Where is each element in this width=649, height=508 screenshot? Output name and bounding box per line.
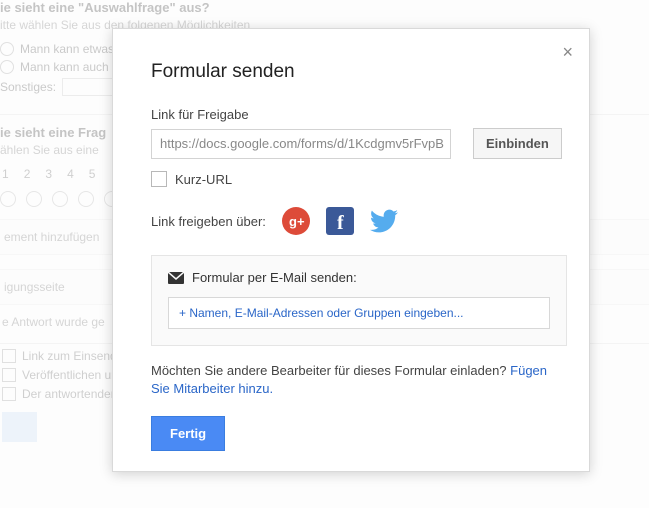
close-icon[interactable]: × (558, 39, 577, 65)
facebook-icon[interactable]: f (326, 207, 354, 235)
invite-question: Möchten Sie andere Bearbeiter für dieses… (151, 362, 567, 398)
svg-text:g+: g+ (289, 214, 305, 229)
short-url-label: Kurz-URL (175, 172, 232, 187)
email-send-box: Formular per E-Mail senden: + Namen, E-M… (151, 255, 567, 346)
done-button[interactable]: Fertig (151, 416, 225, 451)
share-via-label: Link freigeben über: (151, 214, 266, 229)
link-label: Link für Freigabe (151, 107, 567, 122)
short-url-checkbox[interactable] (151, 171, 167, 187)
google-plus-icon[interactable]: g+ (282, 207, 310, 235)
email-recipients-input[interactable]: + Namen, E-Mail-Adressen oder Gruppen ei… (168, 297, 550, 329)
share-link-input[interactable]: https://docs.google.com/forms/d/1Kcdgmv5… (151, 129, 451, 159)
svg-text:f: f (337, 212, 344, 234)
email-send-label: Formular per E-Mail senden: (192, 270, 357, 285)
send-form-modal: × Formular senden Link für Freigabe http… (112, 28, 590, 472)
modal-title: Formular senden (151, 61, 567, 83)
mail-icon (168, 272, 184, 284)
embed-button[interactable]: Einbinden (473, 128, 562, 159)
twitter-icon[interactable] (370, 207, 398, 235)
